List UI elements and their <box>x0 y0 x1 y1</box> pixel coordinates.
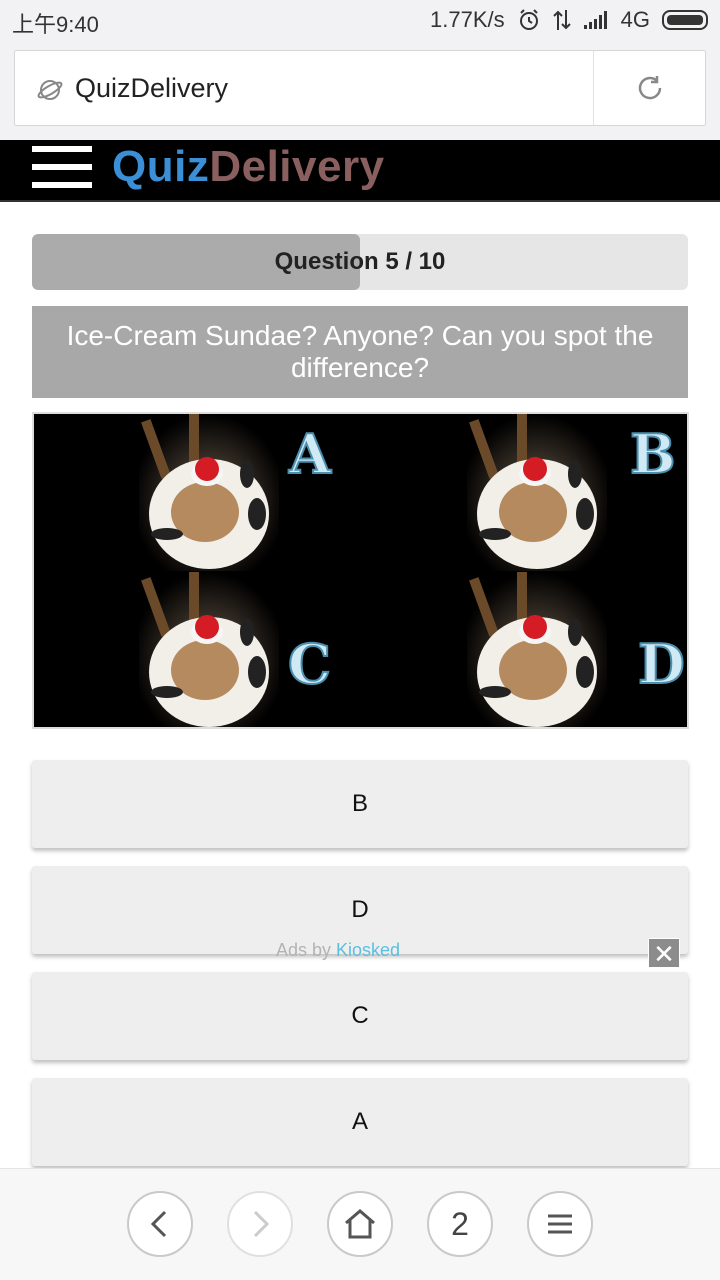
logo-delivery: Delivery <box>209 142 385 191</box>
tabs-count: 2 <box>451 1205 469 1242</box>
address-text[interactable]: QuizDelivery <box>75 73 228 104</box>
network-type: 4G <box>620 7 650 32</box>
image-cell-d: D <box>362 572 687 727</box>
address-divider <box>593 51 594 125</box>
address-bar[interactable]: QuizDelivery <box>14 50 706 126</box>
image-letter-c: C <box>287 631 332 697</box>
site-logo[interactable]: QuizDelivery <box>112 142 385 192</box>
image-cell-a: A <box>34 414 362 571</box>
image-letter-a: A <box>288 421 332 487</box>
alarm-icon <box>519 9 538 30</box>
logo-quiz: Quiz <box>112 142 210 191</box>
image-cell-c: C <box>34 572 362 727</box>
forward-button[interactable] <box>227 1191 293 1257</box>
image-cell-b: B <box>362 414 687 571</box>
ad-prefix: Ads by <box>276 940 337 960</box>
answer-option[interactable]: B <box>32 760 688 848</box>
answer-option[interactable]: A <box>32 1078 688 1166</box>
quiz-progress-bar: Question 5 / 10 <box>32 234 688 290</box>
reload-icon[interactable] <box>635 73 665 103</box>
quiz-image: A B C D <box>32 412 689 729</box>
sundae-image <box>467 414 607 571</box>
site-header: QuizDelivery <box>0 140 720 202</box>
browser-toolbar: QuizDelivery <box>0 40 720 140</box>
image-letter-b: B <box>629 421 677 487</box>
tabs-button[interactable]: 2 <box>427 1191 493 1257</box>
ad-brand[interactable]: Kiosked <box>336 940 400 960</box>
chevron-left-icon <box>150 1210 167 1238</box>
chevron-right-icon <box>253 1210 270 1238</box>
browser-bottom-bar: 2 <box>0 1168 720 1280</box>
data-transfer-icon <box>552 10 571 30</box>
ad-attribution[interactable]: Ads by Kiosked <box>276 940 400 961</box>
home-button[interactable] <box>327 1191 393 1257</box>
menu-icon <box>548 1214 572 1234</box>
hamburger-icon[interactable] <box>32 144 92 192</box>
sundae-image <box>139 572 279 727</box>
globe-icon <box>37 80 63 100</box>
network-speed: 1.77K/s <box>430 7 505 32</box>
sundae-image <box>467 572 607 727</box>
progress-label: Question 5 / 10 <box>274 248 446 275</box>
back-button[interactable] <box>127 1191 193 1257</box>
home-icon <box>345 1209 375 1239</box>
status-bar: 上午9:40 1.77K/s 4G <box>0 0 720 40</box>
answer-option[interactable]: C <box>32 972 688 1060</box>
image-letter-d: D <box>637 631 686 697</box>
status-indicators: 1.77K/s 4G <box>430 7 708 33</box>
menu-button[interactable] <box>527 1191 593 1257</box>
battery-icon <box>662 10 708 30</box>
status-time: 上午9:40 <box>12 12 99 37</box>
question-text: Ice-Cream Sundae? Anyone? Can you spot t… <box>32 306 688 398</box>
sundae-image <box>139 414 279 571</box>
signal-icon <box>583 11 607 29</box>
ad-close-button[interactable]: ✕ <box>648 938 680 969</box>
